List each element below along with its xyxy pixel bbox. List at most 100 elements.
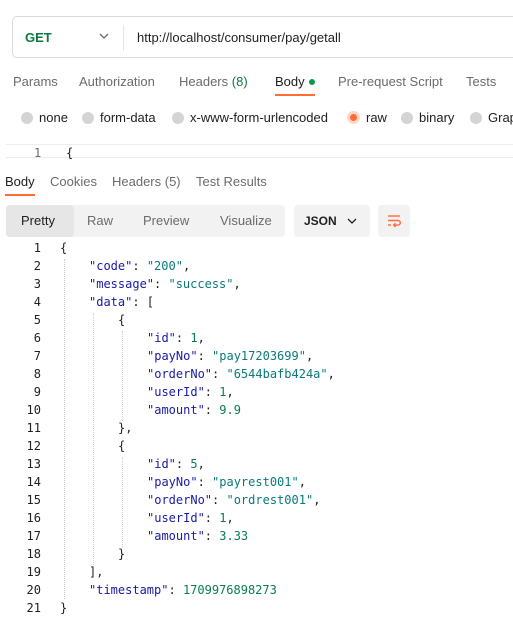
code-token: "pay17203699" — [212, 349, 306, 363]
tab-response-body[interactable]: Body — [5, 174, 35, 189]
code-text: { — [118, 439, 125, 453]
code-token: "amount" — [147, 529, 205, 543]
code-line: 12 { — [0, 439, 513, 457]
code-token: : — [175, 457, 191, 471]
code-line: 4 "data": [ — [0, 295, 513, 313]
code-text: } — [60, 601, 67, 615]
radio-form-data[interactable]: form-data — [82, 110, 156, 125]
radio-circle — [401, 111, 413, 124]
radio-graphql[interactable]: Grap — [470, 110, 513, 125]
radio-x-www-form-urlencoded[interactable]: x-www-form-urlencoded — [172, 110, 328, 125]
line-number: 17 — [26, 529, 41, 543]
code-text: { — [118, 313, 125, 327]
code-token: , — [298, 475, 306, 489]
tab-headers[interactable]: Headers (8) — [179, 74, 248, 89]
code-token: "timestamp" — [89, 583, 169, 597]
code-token: : — [204, 529, 220, 543]
code-token: : — [197, 349, 213, 363]
http-method-select[interactable]: GET — [25, 30, 52, 45]
tab-label: Tests — [466, 74, 497, 89]
tab-tests[interactable]: Tests — [466, 74, 496, 89]
tab-label: Pre-request Script — [338, 74, 443, 89]
code-line: 18} — [0, 547, 513, 565]
code-token: { — [60, 241, 68, 255]
line-number: 8 — [33, 367, 41, 381]
chevron-down-icon[interactable] — [97, 29, 111, 43]
code-token: { — [118, 439, 126, 453]
radio-binary[interactable]: binary — [401, 110, 454, 125]
code-text: "data": [ — [89, 295, 154, 309]
line-number: 19 — [26, 565, 41, 579]
code-token: : — [204, 385, 220, 399]
code-token: 9.9 — [219, 403, 241, 417]
code-token: "orderNo" — [147, 493, 213, 507]
code-text: } — [118, 547, 125, 561]
code-text: { — [60, 241, 67, 255]
code-token: } — [118, 547, 126, 561]
code-token: : — [154, 277, 169, 291]
code-text: "message": "success", — [89, 277, 241, 291]
code-text: "amount": 9.9 — [147, 403, 241, 417]
code-token: "200" — [146, 259, 183, 273]
code-token: "6544bafb424a" — [226, 367, 328, 381]
code-token: "message" — [89, 277, 155, 291]
code-token: "ordrest001" — [226, 493, 314, 507]
code-text: "userId": 1, — [147, 385, 234, 399]
code-token: : — [197, 475, 213, 489]
code-line: 8 "orderNo": "6544bafb424a", — [0, 367, 513, 385]
line-number: 9 — [33, 385, 41, 399]
code-token: : — [132, 259, 147, 273]
code-token: : — [212, 493, 227, 507]
tab-cookies[interactable]: Cookies — [50, 174, 97, 189]
line-number: 3 — [33, 277, 41, 291]
code-token: : — [168, 583, 183, 597]
code-token: : — [204, 511, 220, 525]
tab-params[interactable]: Params — [13, 74, 58, 89]
request-body-editor[interactable]: 1 { — [6, 144, 513, 160]
tab-response-headers[interactable]: Headers (5) — [112, 174, 181, 189]
response-body-viewer[interactable]: 1{2 "code": "200", 3 "message": "success", 4… — [0, 241, 513, 621]
url-input[interactable]: http://localhost/consumer/pay/getall — [137, 30, 341, 45]
code-token: "payNo" — [147, 475, 198, 489]
tab-test-results[interactable]: Test Results — [196, 174, 267, 189]
visualize-button[interactable]: Visualize — [220, 213, 272, 228]
raw-button[interactable]: Raw — [87, 213, 113, 228]
divider — [123, 25, 124, 51]
code-text: "orderNo": "6544bafb424a", — [147, 367, 335, 381]
line-number: 11 — [26, 421, 41, 435]
code-token: 1709976898273 — [182, 583, 277, 597]
wrap-lines-button[interactable] — [378, 205, 410, 237]
code-text: "payNo": "pay17203699", — [147, 349, 313, 363]
line-number: 16 — [26, 511, 41, 525]
tab-authorization[interactable]: Authorization — [79, 74, 155, 89]
code-token: "code" — [89, 259, 133, 273]
code-line: 3 "message": "success", — [0, 277, 513, 295]
radio-label: x-www-form-urlencoded — [190, 110, 328, 125]
line-number: 13 — [26, 457, 41, 471]
code-text: }, — [118, 421, 132, 435]
code-token: "success" — [168, 277, 234, 291]
code-line: 1{ — [0, 241, 513, 259]
code-line: 15 "orderNo": "ordrest001", — [0, 493, 513, 511]
code-text: "userId": 1, — [147, 511, 234, 525]
code-token: 5 — [190, 457, 198, 471]
code-token: : — [204, 403, 220, 417]
tab-pre-request-script[interactable]: Pre-request Script — [338, 74, 443, 89]
code-token: { — [118, 313, 126, 327]
line-number: 10 — [26, 403, 41, 417]
code-text: "timestamp": 1709976898273 — [89, 583, 277, 597]
code-token: , — [226, 511, 234, 525]
pretty-button[interactable]: Pretty — [21, 213, 55, 228]
tab-body[interactable]: Body — [275, 74, 315, 89]
response-toolbar: Pretty Raw Preview Visualize JSON — [0, 204, 513, 238]
code-line: 14 "payNo": "payrest001", — [0, 475, 513, 493]
code-line: 16 "userId": 1, — [0, 511, 513, 529]
preview-button[interactable]: Preview — [143, 213, 189, 228]
code-token: "payrest001" — [212, 475, 299, 489]
radio-none[interactable]: none — [21, 110, 68, 125]
code-token: , — [313, 493, 321, 507]
headers-count: (8) — [231, 74, 248, 89]
code-token: "userId" — [147, 511, 205, 525]
format-select[interactable]: JSON — [294, 205, 370, 237]
radio-raw[interactable]: raw — [347, 110, 387, 125]
